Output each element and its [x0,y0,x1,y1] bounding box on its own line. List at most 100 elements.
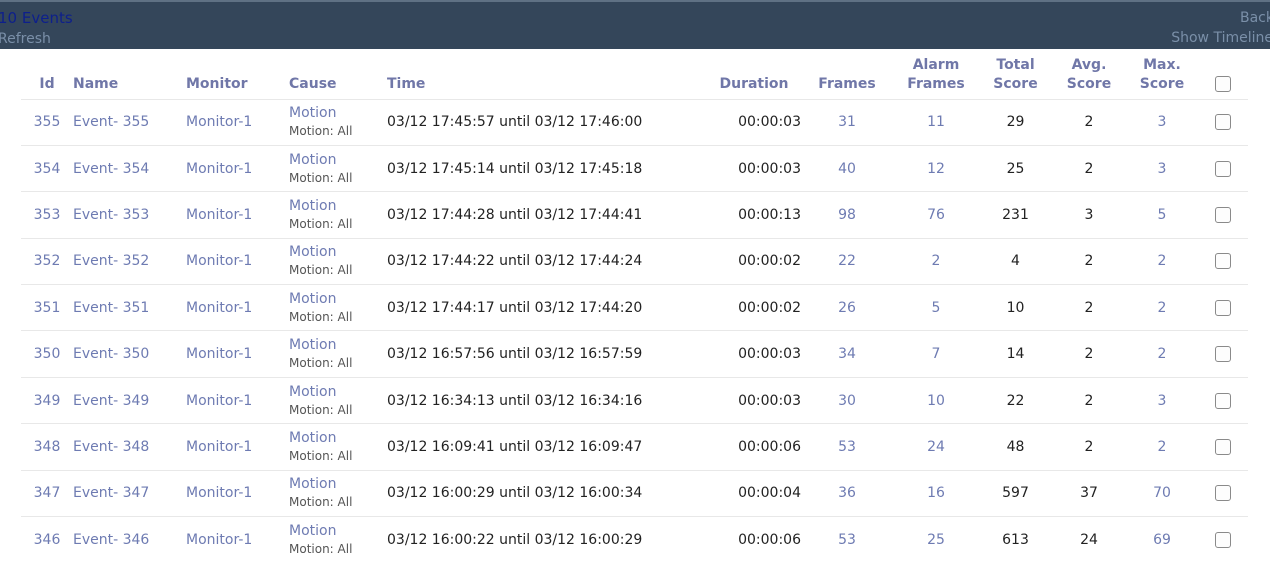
frames-link[interactable]: 53 [838,439,856,455]
alarm-frames-link[interactable]: 24 [927,439,945,455]
select-all-checkbox[interactable] [1215,75,1231,92]
frames-link[interactable]: 98 [838,207,856,223]
max-score-link[interactable]: 2 [1158,346,1167,362]
event-name-link[interactable]: Event- 350 [73,346,149,362]
max-score-link[interactable]: 2 [1158,439,1167,455]
event-name-link[interactable]: Event- 353 [73,207,149,223]
event-name-link[interactable]: Event- 346 [73,532,149,548]
show-timeline-link[interactable]: Show Timeline [1171,30,1270,46]
row-select-checkbox[interactable] [1215,114,1231,131]
monitor-link[interactable]: Monitor-1 [186,253,252,269]
column-header-duration[interactable]: Duration [707,49,801,100]
column-header-total-score[interactable]: Total Score [979,49,1052,100]
monitor-link[interactable]: Monitor-1 [186,485,252,501]
event-name-link[interactable]: Event- 355 [73,114,149,130]
max-score-link[interactable]: 70 [1153,485,1171,501]
cause-detail: Motion: All [289,170,353,185]
frames-link[interactable]: 22 [838,253,856,269]
frames-link[interactable]: 34 [838,346,856,362]
event-id-link[interactable]: 353 [34,207,61,223]
monitor-link[interactable]: Monitor-1 [186,346,252,362]
alarm-frames-link[interactable]: 16 [927,485,945,501]
column-header-frames[interactable]: Frames [801,49,893,100]
event-id-link[interactable]: 354 [34,161,61,177]
event-id-link[interactable]: 350 [34,346,61,362]
cause-link[interactable]: Motion [289,290,387,308]
column-header-time[interactable]: Time [387,49,707,100]
frames-link[interactable]: 53 [838,532,856,548]
event-id-link[interactable]: 349 [34,393,61,409]
event-duration: 00:00:02 [738,299,801,316]
event-id-link[interactable]: 347 [34,485,61,501]
column-header-max-score[interactable]: Max. Score [1126,49,1198,100]
event-name-link[interactable]: Event- 348 [73,439,149,455]
event-id-link[interactable]: 351 [34,300,61,316]
row-select-checkbox[interactable] [1215,346,1231,363]
column-header-cause[interactable]: Cause [289,49,387,100]
cause-link[interactable]: Motion [289,429,387,447]
monitor-link[interactable]: Monitor-1 [186,207,252,223]
max-score-link[interactable]: 2 [1158,300,1167,316]
column-header-name[interactable]: Name [73,49,186,100]
event-name-link[interactable]: Event- 352 [73,253,149,269]
row-select-checkbox[interactable] [1215,160,1231,177]
frames-link[interactable]: 31 [838,114,856,130]
cause-link[interactable]: Motion [289,197,387,215]
max-score-link[interactable]: 2 [1158,253,1167,269]
cause-link[interactable]: Motion [289,243,387,261]
event-id-link[interactable]: 346 [34,532,61,548]
column-header-alarm-frames[interactable]: Alarm Frames [893,49,979,100]
alarm-frames-link[interactable]: 12 [927,161,945,177]
monitor-link[interactable]: Monitor-1 [186,532,252,548]
row-select-checkbox[interactable] [1215,299,1231,316]
monitor-link[interactable]: Monitor-1 [186,161,252,177]
event-name-link[interactable]: Event- 354 [73,161,149,177]
column-header-id[interactable]: Id [21,49,73,100]
monitor-link[interactable]: Monitor-1 [186,300,252,316]
column-header-avg-score[interactable]: Avg. Score [1052,49,1126,100]
row-select-checkbox[interactable] [1215,531,1231,548]
event-name-link[interactable]: Event- 347 [73,485,149,501]
frames-link[interactable]: 26 [838,300,856,316]
row-select-checkbox[interactable] [1215,438,1231,455]
refresh-link[interactable]: Refresh [0,31,51,47]
table-row: 349 Event- 349 Monitor-1 Motion Motion: A… [21,377,1248,425]
max-score-link[interactable]: 3 [1158,393,1167,409]
frames-link[interactable]: 30 [838,393,856,409]
frames-link[interactable]: 40 [838,161,856,177]
cause-link[interactable]: Motion [289,104,387,122]
row-select-checkbox[interactable] [1215,253,1231,270]
cause-link[interactable]: Motion [289,151,387,169]
column-header-monitor[interactable]: Monitor [186,49,289,100]
frames-link[interactable]: 36 [838,485,856,501]
alarm-frames-link[interactable]: 76 [927,207,945,223]
alarm-frames-link[interactable]: 10 [927,393,945,409]
cause-link[interactable]: Motion [289,383,387,401]
max-score-link[interactable]: 3 [1158,114,1167,130]
event-id-link[interactable]: 355 [34,114,61,130]
event-name-link[interactable]: Event- 349 [73,393,149,409]
max-score-link[interactable]: 5 [1158,207,1167,223]
monitor-link[interactable]: Monitor-1 [186,114,252,130]
row-select-checkbox[interactable] [1215,485,1231,502]
event-time: 03/12 17:45:57 until 03/12 17:46:00 [387,114,643,131]
monitor-link[interactable]: Monitor-1 [186,439,252,455]
monitor-link[interactable]: Monitor-1 [186,393,252,409]
event-id-link[interactable]: 348 [34,439,61,455]
max-score-link[interactable]: 3 [1158,161,1167,177]
alarm-frames-link[interactable]: 25 [927,532,945,548]
cause-link[interactable]: Motion [289,336,387,354]
max-score-link[interactable]: 69 [1153,532,1171,548]
row-select-checkbox[interactable] [1215,206,1231,223]
alarm-frames-link[interactable]: 2 [932,253,941,269]
cause-detail: Motion: All [289,402,353,417]
cause-link[interactable]: Motion [289,475,387,493]
alarm-frames-link[interactable]: 7 [932,346,941,362]
row-select-checkbox[interactable] [1215,392,1231,409]
back-link[interactable]: Back [1240,10,1270,26]
cause-link[interactable]: Motion [289,522,387,540]
alarm-frames-link[interactable]: 5 [932,300,941,316]
alarm-frames-link[interactable]: 11 [927,114,945,130]
event-name-link[interactable]: Event- 351 [73,300,149,316]
event-id-link[interactable]: 352 [34,253,61,269]
